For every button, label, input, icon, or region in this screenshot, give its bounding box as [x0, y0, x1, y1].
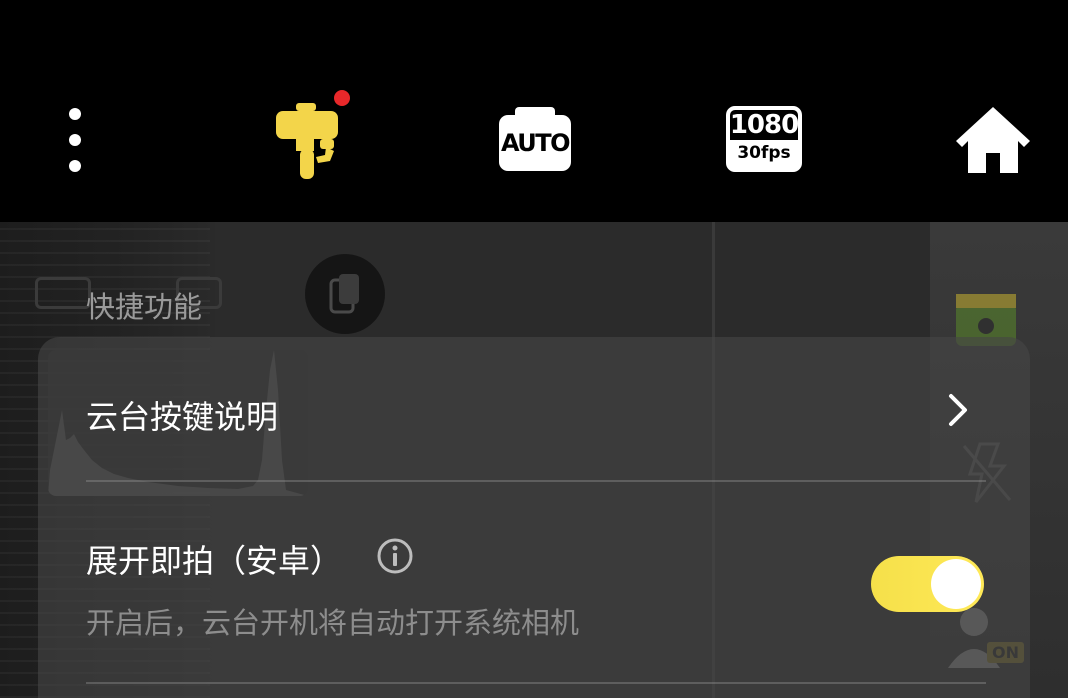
gimbal-buttons-row[interactable]: 云台按键说明: [38, 340, 1030, 480]
more-vertical-icon[interactable]: [55, 108, 95, 172]
more-dot: [69, 160, 81, 172]
row-divider: [86, 682, 986, 684]
rotate-icon: [329, 274, 359, 314]
resolution-button[interactable]: 1080 30fps: [726, 106, 802, 172]
info-icon[interactable]: [376, 537, 414, 575]
camera-mode-button[interactable]: AUTO: [496, 106, 574, 172]
home-icon: [956, 107, 1030, 173]
camera-mode-label: AUTO: [500, 129, 571, 157]
gimbal-buttons-label: 云台按键说明: [86, 398, 279, 436]
expand-shoot-toggle[interactable]: [871, 556, 984, 612]
expand-shoot-label: 展开即拍（安卓）: [86, 542, 343, 580]
gimbal-icon: [276, 103, 338, 179]
resolution-label: 1080: [729, 110, 799, 140]
notification-dot: [334, 90, 350, 106]
framerate-label: 30fps: [730, 140, 798, 168]
home-button[interactable]: [954, 104, 1032, 176]
more-dot: [69, 134, 81, 146]
row-divider: [86, 480, 986, 482]
section-title: 快捷功能: [86, 290, 203, 324]
toggle-knob: [931, 559, 981, 609]
more-dot: [69, 108, 81, 120]
top-toolbar: AUTO 1080 30fps: [0, 0, 1068, 222]
expand-shoot-description: 开启后，云台开机将自动打开系统相机: [86, 606, 580, 640]
gimbal-button[interactable]: [266, 90, 350, 182]
chevron-right-icon: [949, 394, 967, 426]
battery-icon: [35, 277, 91, 309]
camera-auto-icon: AUTO: [499, 107, 571, 171]
rotate-screen-button[interactable]: [305, 254, 385, 334]
